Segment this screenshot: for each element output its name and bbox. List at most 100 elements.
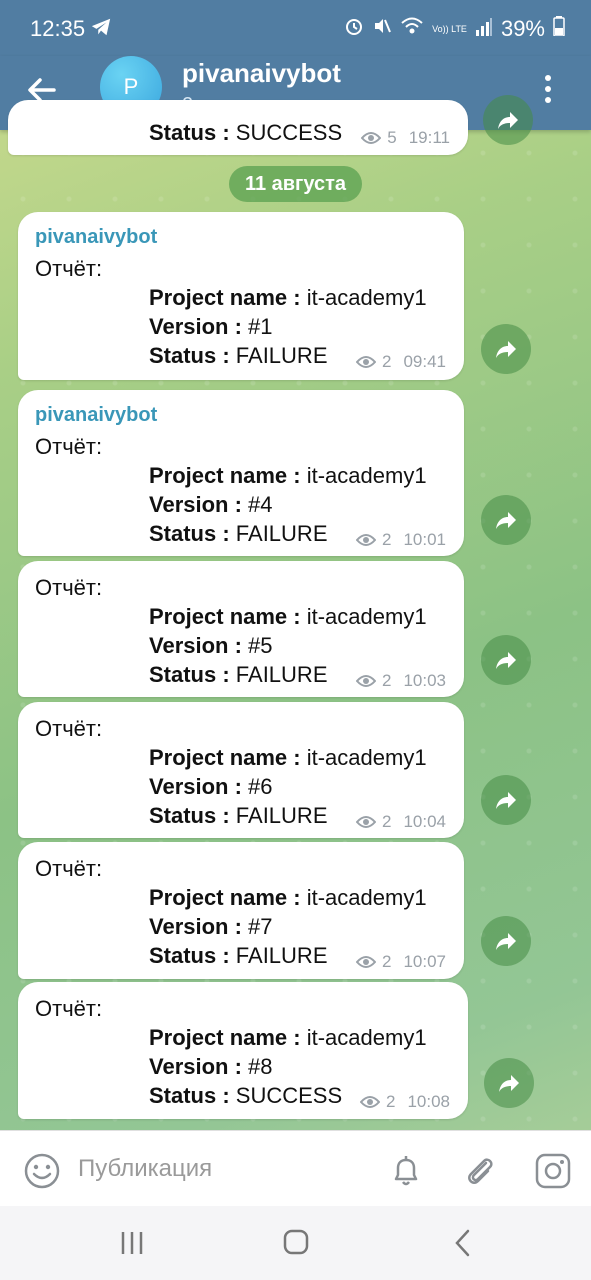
share-button[interactable] <box>483 95 533 145</box>
project-line: Project name : it-academy1 <box>149 463 427 489</box>
share-button[interactable] <box>481 916 531 966</box>
signal-icon <box>475 16 493 42</box>
status-label: Status : <box>149 943 236 968</box>
home-icon[interactable] <box>279 1228 313 1258</box>
version-line: Version : #4 <box>149 492 273 518</box>
report-label: Отчёт: <box>35 575 103 600</box>
back-icon[interactable] <box>446 1228 480 1258</box>
status-line: Status : FAILURE <box>149 662 328 688</box>
emoji-icon[interactable] <box>22 1151 62 1191</box>
share-button[interactable] <box>481 635 531 685</box>
message-time: 10:08 <box>407 1092 450 1111</box>
project-label: Project name : <box>149 285 307 310</box>
message-bubble[interactable]: Отчёт: Project name : it-academy1 Version … <box>18 982 468 1119</box>
message-meta: 2 10:07 <box>355 952 446 972</box>
message-bubble[interactable]: pivanaivybot Отчёт: Project name : it-acad… <box>18 390 464 556</box>
share-button[interactable] <box>481 775 531 825</box>
date-separator: 11 августа <box>229 166 362 202</box>
views-eye-icon <box>361 132 382 144</box>
share-button[interactable] <box>481 495 531 545</box>
message-time: 10:04 <box>403 812 446 831</box>
message-author[interactable]: pivanaivybot <box>35 226 157 249</box>
status-value: FAILURE <box>235 343 328 368</box>
message-author[interactable]: pivanaivybot <box>35 404 157 427</box>
bell-icon[interactable] <box>386 1151 426 1191</box>
version-value: #1 <box>248 314 273 339</box>
status-value: SUCCESS <box>235 120 343 145</box>
message-bubble[interactable]: pivanaivybot Отчёт: Project name : it-acad… <box>18 212 464 380</box>
system-nav-bar <box>0 1206 591 1280</box>
status-label: Status : <box>149 1083 236 1108</box>
message-time: 10:07 <box>403 952 446 971</box>
status-line: Status : FAILURE <box>149 521 328 547</box>
view-count: 2 <box>385 1092 396 1111</box>
battery-icon <box>553 16 565 42</box>
view-count: 2 <box>381 352 392 371</box>
project-line: Project name : it-academy1 <box>149 604 427 630</box>
version-label: Version : <box>149 914 249 939</box>
project-name: it-academy1 <box>306 745 427 770</box>
message-input[interactable]: Публикация <box>78 1155 212 1183</box>
view-count: 5 <box>387 128 397 147</box>
message-bubble[interactable]: Отчёт: Project name : it-academy1 Version … <box>18 702 464 838</box>
message-time: 10:01 <box>403 530 446 549</box>
share-button[interactable] <box>481 324 531 374</box>
status-line: Status : FAILURE <box>149 943 328 969</box>
view-count: 2 <box>381 952 392 971</box>
version-line: Version : #1 <box>149 314 273 340</box>
views-eye-icon <box>355 534 376 546</box>
project-line: Project name : it-academy1 <box>149 1025 427 1051</box>
message-time: 19:11 <box>408 128 450 147</box>
view-count: 2 <box>381 671 392 690</box>
message-meta: 2 09:41 <box>355 352 446 372</box>
recent-apps-icon[interactable] <box>115 1228 149 1258</box>
version-line: Version : #7 <box>149 914 273 940</box>
message-bubble-partial[interactable]: Status : SUCCESS 5 19:11 <box>8 100 468 155</box>
version-label: Version : <box>149 633 249 658</box>
volte-icon: Vo)) LTE <box>432 23 467 34</box>
version-value: #4 <box>248 492 273 517</box>
more-menu-icon[interactable] <box>543 72 563 108</box>
status-value: SUCCESS <box>235 1083 343 1108</box>
share-arrow-icon <box>496 933 516 950</box>
share-arrow-icon <box>496 792 516 809</box>
share-arrow-icon <box>496 652 516 669</box>
view-count: 2 <box>381 530 392 549</box>
status-label: Status : <box>149 343 236 368</box>
camera-icon[interactable] <box>533 1151 573 1191</box>
version-label: Version : <box>149 314 249 339</box>
version-value: #6 <box>248 774 273 799</box>
views-eye-icon <box>359 1096 380 1108</box>
message-bubble[interactable]: Отчёт: Project name : it-academy1 Version … <box>18 842 464 979</box>
version-value: #8 <box>248 1054 273 1079</box>
report-label: Отчёт: <box>35 256 103 281</box>
report-label: Отчёт: <box>35 996 103 1021</box>
project-name: it-academy1 <box>306 604 427 629</box>
status-label: Status : <box>149 803 236 828</box>
share-arrow-icon <box>496 341 516 358</box>
message-meta: 2 10:08 <box>359 1092 450 1112</box>
telegram-icon <box>90 16 112 43</box>
version-value: #7 <box>248 914 273 939</box>
version-label: Version : <box>149 492 249 517</box>
attach-icon[interactable] <box>460 1151 500 1191</box>
report-label: Отчёт: <box>35 856 103 881</box>
status-value: FAILURE <box>235 662 328 687</box>
chat-title[interactable]: pivanaivybot <box>182 58 341 89</box>
version-label: Version : <box>149 1054 249 1079</box>
version-line: Version : #6 <box>149 774 273 800</box>
share-arrow-icon <box>496 512 516 529</box>
status-line: Status : FAILURE <box>149 803 328 829</box>
project-label: Project name : <box>149 1025 307 1050</box>
share-button[interactable] <box>484 1058 534 1108</box>
clock: 12:35 <box>30 16 86 41</box>
status-label: Status : <box>149 521 236 546</box>
status-value: FAILURE <box>235 521 328 546</box>
message-meta: 2 10:04 <box>355 812 446 832</box>
status-line: Status : FAILURE <box>149 343 328 369</box>
mute-icon <box>372 16 392 42</box>
message-bubble[interactable]: Отчёт: Project name : it-academy1 Version … <box>18 561 464 697</box>
message-meta: 2 10:03 <box>355 671 446 691</box>
version-label: Version : <box>149 774 249 799</box>
views-eye-icon <box>355 816 376 828</box>
